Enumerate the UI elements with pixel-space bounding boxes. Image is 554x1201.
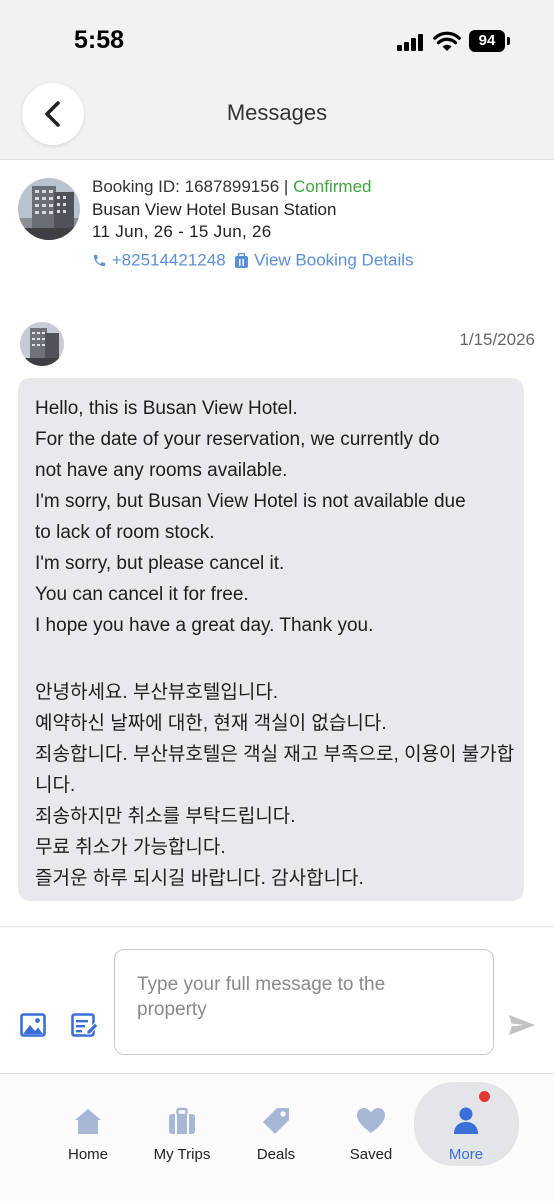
hotel-avatar xyxy=(20,322,64,366)
compose-bar: Type your full message to the property xyxy=(0,926,554,1073)
booking-icon xyxy=(235,252,249,268)
tag-icon xyxy=(263,1108,289,1134)
hotel-thumbnail xyxy=(18,178,80,240)
image-icon xyxy=(20,1013,46,1037)
notification-badge xyxy=(479,1091,490,1102)
message-line: not have any rooms available. xyxy=(35,460,288,481)
message-line: 즐거운 하루 되시길 바랍니다. 감사합니다. xyxy=(35,868,364,889)
clock: 5:58 xyxy=(74,26,125,54)
message-input-placeholder: Type your full message to the property xyxy=(137,974,386,1020)
message-line: For the date of your reservation, we cur… xyxy=(35,429,440,450)
message-line: I hope you have a great day. Thank you. xyxy=(35,615,374,636)
booking-id-line: Booking ID: 1687899156 | Confirmed xyxy=(92,177,371,197)
tab-more[interactable]: More xyxy=(418,1092,514,1172)
status-badge: Confirmed xyxy=(293,177,372,196)
message-line: You can cancel it for free. xyxy=(35,584,249,605)
attach-image-button[interactable] xyxy=(20,1013,46,1042)
hotel-name: Busan View Hotel Busan Station xyxy=(92,200,337,219)
tab-saved[interactable]: Saved xyxy=(323,1092,419,1172)
phone-icon xyxy=(93,255,106,267)
message-line: 죄송합니다. 부산뷰호텔은 객실 재고 부족으로, 이용이 불가합 xyxy=(35,744,515,765)
message-line: 니다. xyxy=(35,775,76,796)
home-icon xyxy=(75,1109,101,1134)
battery-indicator: 94 xyxy=(469,30,505,52)
message-date: 1/15/2026 xyxy=(459,330,535,349)
tab-deals[interactable]: Deals xyxy=(228,1092,324,1172)
stay-dates: 11 Jun, 26 - 15 Jun, 26 xyxy=(92,222,272,241)
suitcase-icon xyxy=(169,1107,195,1134)
view-booking-details-link[interactable]: View Booking Details xyxy=(234,250,414,270)
tab-home[interactable]: Home xyxy=(40,1092,136,1172)
cellular-signal-icon xyxy=(397,33,427,51)
tab-deals-label: Deals xyxy=(256,1146,296,1163)
person-icon xyxy=(454,1107,478,1134)
message-bubble: Hello, this is Busan View Hotel. For the… xyxy=(18,378,524,901)
booking-id-label: Booking ID: xyxy=(92,177,180,196)
booking-summary: Booking ID: 1687899156 | Confirmed Busan… xyxy=(0,159,554,287)
tab-home-label: Home xyxy=(67,1146,108,1163)
message-input[interactable]: Type your full message to the property xyxy=(114,949,494,1055)
message-line: Hello, this is Busan View Hotel. xyxy=(35,398,298,419)
message-template-button[interactable] xyxy=(71,1013,99,1042)
call-link[interactable]: +82514421248 xyxy=(92,250,230,270)
separator: | xyxy=(283,177,289,196)
battery-tip xyxy=(507,37,510,45)
contact-row: +82514421248 View Booking Details xyxy=(92,250,414,271)
tab-saved-label: Saved xyxy=(349,1146,393,1163)
send-icon xyxy=(509,1015,535,1035)
message-line: 안녕하세요. 부산뷰호텔입니다. xyxy=(35,682,279,703)
tab-my-trips-label: My Trips xyxy=(153,1146,211,1163)
status-bar: 5:58 94 xyxy=(0,0,554,80)
tab-more-label: More xyxy=(448,1146,484,1163)
header: Messages xyxy=(0,80,554,160)
heart-icon xyxy=(357,1108,385,1133)
bottom-tab-bar: Home My Trips Deals Saved More xyxy=(0,1073,554,1201)
tab-my-trips[interactable]: My Trips xyxy=(134,1092,230,1172)
edit-note-icon xyxy=(71,1013,99,1037)
message-thread[interactable]: 1/15/2026 Hello, this is Busan View Hote… xyxy=(0,286,554,926)
booking-id: 1687899156 xyxy=(184,177,280,196)
message-line: 무료 취소가 가능합니다. xyxy=(35,837,226,858)
phone-number: +82514421248 xyxy=(111,250,226,270)
wifi-icon xyxy=(433,31,461,51)
view-booking-details-label: View Booking Details xyxy=(254,250,414,270)
message-line: I'm sorry, but Busan View Hotel is not a… xyxy=(35,491,466,512)
send-button[interactable] xyxy=(508,1013,536,1042)
page-title: Messages xyxy=(226,100,328,125)
message-line: to lack of room stock. xyxy=(35,522,215,543)
message-line: 죄송하지만 취소를 부탁드립니다. xyxy=(35,806,296,827)
message-line: I'm sorry, but please cancel it. xyxy=(35,553,285,574)
message-line: 예약하신 날짜에 대한, 현재 객실이 없습니다. xyxy=(35,713,387,734)
